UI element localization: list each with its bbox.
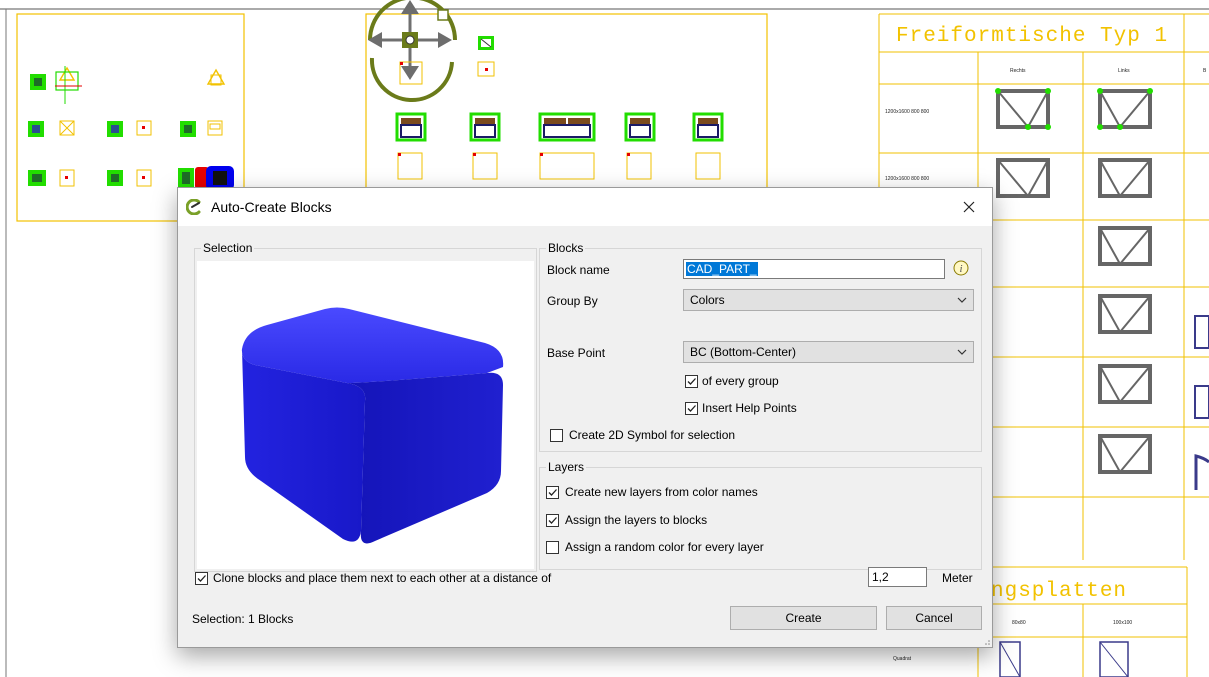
cad-col-b: B	[1203, 68, 1207, 74]
create-2d-symbol-label: Create 2D Symbol for selection	[569, 428, 736, 442]
clone-blocks-checkbox[interactable]	[195, 572, 208, 585]
checkmark-icon	[687, 405, 696, 412]
cad-col-links: Links	[1118, 68, 1130, 74]
move-gizmo[interactable]	[368, 0, 457, 102]
insert-help-points-label: Insert Help Points	[702, 401, 797, 415]
selection-group: Selection	[194, 241, 537, 572]
cad-symbol-group[interactable]	[30, 66, 226, 104]
group-by-select[interactable]: Colors	[683, 289, 974, 311]
checkmark-icon	[548, 517, 557, 524]
assign-layers-checkbox[interactable]	[546, 514, 559, 527]
cad-row-size: 1200x1600 800 800	[885, 176, 929, 182]
selection-preview[interactable]	[197, 261, 534, 569]
cad-col-100x100: 100x100	[1113, 620, 1132, 626]
selection-status: Selection: 1 Blocks	[192, 612, 294, 626]
checkmark-icon	[197, 575, 206, 582]
svg-text:i: i	[959, 263, 962, 275]
of-every-group-label: of every group	[702, 374, 779, 388]
clone-distance-input[interactable]: 1,2	[868, 567, 927, 587]
cad-col-rechts: Rechts	[1010, 68, 1026, 74]
dialog-titlebar[interactable]: Auto-Create Blocks	[178, 188, 992, 226]
assign-layers-label: Assign the layers to blocks	[565, 513, 708, 527]
auto-create-blocks-dialog: Auto-Create Blocks Selection Blocks Bloc…	[177, 187, 993, 648]
clone-distance-value: 1,2	[872, 570, 889, 584]
cancel-button[interactable]: Cancel	[886, 606, 982, 630]
base-point-value: BC (Bottom-Center)	[690, 345, 797, 359]
insert-help-points-checkbox[interactable]	[685, 402, 698, 415]
close-icon	[963, 201, 975, 213]
selection-group-label: Selection	[201, 241, 255, 255]
cad-table2-title: ngsplatten	[991, 580, 1127, 603]
resize-grip-icon[interactable]	[983, 638, 991, 646]
checkmark-icon	[687, 378, 696, 385]
create-layers-checkbox[interactable]	[546, 486, 559, 499]
create-layers-label: Create new layers from color names	[565, 485, 758, 499]
group-by-value: Colors	[690, 293, 725, 307]
clone-distance-unit: Meter	[942, 571, 973, 585]
chevron-down-icon	[957, 297, 967, 303]
cad-chair-row[interactable]	[395, 112, 724, 180]
block-name-value: CAD_PART_	[686, 262, 758, 276]
base-point-label: Base Point	[547, 346, 606, 360]
base-point-select[interactable]: BC (Bottom-Center)	[683, 341, 974, 363]
checkmark-icon	[548, 489, 557, 496]
info-icon[interactable]: i	[953, 260, 969, 276]
cad-col-80x80: 80x80	[1012, 620, 1026, 626]
cad-symbol-group[interactable]	[28, 120, 223, 137]
chevron-down-icon	[957, 349, 967, 355]
layers-group-label: Layers	[546, 460, 587, 474]
close-button[interactable]	[946, 188, 992, 226]
create-button[interactable]: Create	[730, 606, 877, 630]
cad-table1-title: Freiformtische Typ 1	[896, 25, 1168, 48]
cad-row-size: 1200x1600 800 800	[885, 109, 929, 115]
group-by-label: Group By	[547, 294, 598, 308]
clone-blocks-label: Clone blocks and place them next to each…	[213, 571, 552, 585]
of-every-group-checkbox[interactable]	[685, 375, 698, 388]
cad-symbol-group[interactable]	[477, 36, 495, 77]
random-color-label: Assign a random color for every layer	[565, 540, 764, 554]
random-color-checkbox[interactable]	[546, 541, 559, 554]
block-name-label: Block name	[547, 263, 610, 277]
cad-row-quadrat: Quadrat	[893, 656, 912, 662]
blocks-group-label: Blocks	[546, 241, 586, 255]
block-preview-image	[241, 307, 504, 544]
block-name-input[interactable]: CAD_PART_	[683, 259, 945, 279]
create-2d-symbol-checkbox[interactable]	[550, 429, 563, 442]
app-logo-icon	[186, 199, 201, 215]
dialog-title: Auto-Create Blocks	[211, 199, 332, 215]
